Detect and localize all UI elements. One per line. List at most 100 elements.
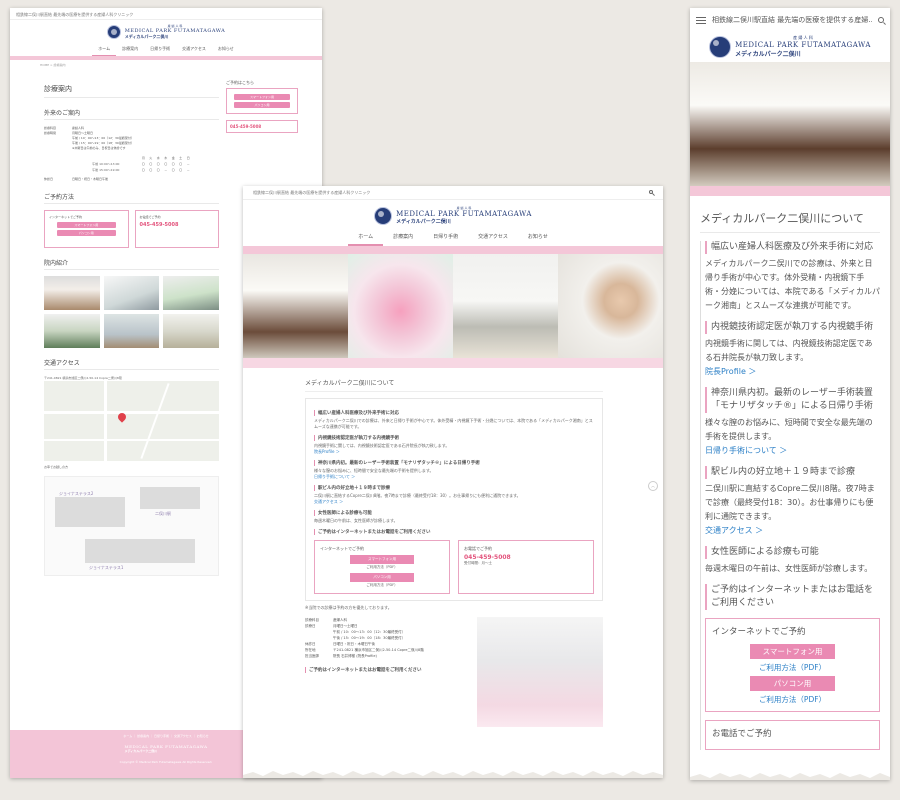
station-floor-map: ジョイナステラス2 ジョイナステラス1 二俣川駅 bbox=[44, 476, 219, 576]
feature-text: 様々な膣のお悩みに、短時間で安全な最先端の手術を提供します。 bbox=[705, 418, 873, 441]
main-column: 診療案内 外来のご案内 診療科目 産婦人科 診療時間 月曜日～土曜日 午前 / 10… bbox=[44, 80, 219, 576]
access-link[interactable]: 交通アクセス ＞ bbox=[705, 524, 880, 538]
sidebar-pc-button[interactable]: パソコン用 bbox=[234, 102, 290, 108]
search-icon[interactable] bbox=[649, 190, 653, 194]
schedule-table: 月火水木金土日 午前 10:00～13:00 〇〇〇〇〇〇－ 午後 15:00～1… bbox=[92, 156, 190, 172]
nav-access[interactable]: 交通アクセス bbox=[468, 229, 518, 246]
nav-home[interactable]: ホーム bbox=[348, 229, 384, 246]
global-nav: ホーム 診療案内 日帰り手術 交通アクセス お知らせ bbox=[10, 43, 322, 56]
reserve-boxes: インターネットでご予約 スマートフォン用 ご利用方法（PDF） パソコン用 ご利… bbox=[314, 540, 594, 594]
nav-news[interactable]: お知らせ bbox=[212, 43, 240, 56]
pc-reserve-button[interactable]: パソコン用 bbox=[57, 230, 116, 236]
sidebar-heading: ご予約はこちら bbox=[226, 80, 254, 85]
net-reserve-label: インターネットでご予約 bbox=[320, 546, 364, 551]
google-map[interactable] bbox=[44, 381, 219, 461]
feature-text: メディカルパーク二俣川での診療は、外来と日帰り手術が中心です。体外受精・内視鏡下… bbox=[314, 418, 593, 429]
outpatient-heading: 外来のご案内 bbox=[44, 108, 219, 120]
smartphone-reserve-button[interactable]: スマートフォン用 bbox=[750, 644, 835, 659]
hero-slider[interactable] bbox=[243, 254, 663, 358]
smartphone-reserve-button[interactable]: スマートフォン用 bbox=[350, 555, 414, 564]
interior-photo[interactable] bbox=[163, 314, 219, 348]
page-title: 診療案内 bbox=[44, 84, 219, 98]
net-reserve-label: インターネットでご予約 bbox=[712, 627, 806, 637]
nav-access[interactable]: 交通アクセス bbox=[176, 43, 212, 56]
sidebar-sp-button[interactable]: スマートフォン用 bbox=[234, 94, 290, 100]
feature-title: 幅広い産婦人科医療及び外来手術に対応 bbox=[314, 410, 594, 416]
pdf-guide-link[interactable]: ご利用方法（PDF） bbox=[712, 662, 873, 673]
pdf-guide-link[interactable]: ご利用方法（PDF） bbox=[320, 565, 444, 570]
hero-slide-interior bbox=[243, 254, 348, 358]
nav-guide[interactable]: 診療案内 bbox=[383, 229, 423, 246]
interior-photo[interactable] bbox=[44, 314, 100, 348]
search-icon[interactable] bbox=[878, 17, 884, 23]
logo-emblem-icon bbox=[106, 25, 121, 39]
phone-number[interactable]: 045-459-5008 bbox=[140, 222, 215, 228]
nav-surgery[interactable]: 日帰り手術 bbox=[144, 43, 176, 56]
smartphone-reserve-button[interactable]: スマートフォン用 bbox=[57, 222, 116, 228]
access-heading: 交通アクセス bbox=[44, 358, 219, 370]
reserve-note: ※当院での診療は予約の方を優先しております。 bbox=[305, 605, 392, 610]
day-surgery-link[interactable]: 日帰り手術について ＞ bbox=[705, 444, 880, 458]
net-reserve-box: インターネットでご予約 スマートフォン用 ご利用方法（PDF） パソコン用 ご利… bbox=[314, 540, 450, 594]
nav-underline bbox=[243, 246, 663, 254]
tel-reserve-box: お電話でご予約 045-459-5008 bbox=[134, 210, 219, 248]
features-panel: 幅広い産婦人科医療及び外来手術に対応 メディカルパーク二俣川での診療は、外来と日… bbox=[305, 398, 603, 601]
site-logo[interactable]: 産 婦 人 科 MEDICAL PARK FUTAMATAGAWA メディカルパ… bbox=[10, 20, 322, 43]
nav-surgery[interactable]: 日帰り手術 bbox=[423, 229, 468, 246]
hero-band bbox=[243, 358, 663, 368]
director-profile-link[interactable]: 院長Profile ＞ bbox=[314, 449, 594, 455]
info-row: 担当医師 院長 石井博樹 (院長Profile) bbox=[305, 654, 377, 658]
feature-title: 駅ビル内の好立地＋１９時まで診療 bbox=[705, 466, 880, 479]
interior-photo[interactable] bbox=[103, 276, 160, 310]
sidebar-tel-box: 045-459-5008 bbox=[226, 120, 298, 133]
access-link[interactable]: 交通アクセス ＞ bbox=[314, 499, 594, 505]
director-profile-link[interactable]: 院長Profile ＞ bbox=[705, 365, 880, 379]
tagline-text: 相鉄線二俣川駅直結 最先端の医療を提供する産婦人科クリニック bbox=[253, 190, 371, 195]
feature-title: 神奈川県内初。最新のレーザー手術装置「モナリザタッチ®」による日帰り手術 bbox=[705, 387, 880, 413]
features-list: 幅広い産婦人科医療及び外来手術に対応 メディカルパーク二俣川での診療は、外来と日… bbox=[700, 241, 880, 750]
pdf-guide-link[interactable]: ご利用方法（PDF） bbox=[712, 694, 873, 705]
logo-jp: メディカルパーク二俣川 bbox=[396, 219, 451, 225]
desktop-screenshot: 相鉄線二俣川駅直結 最先端の医療を提供する産婦人科クリニック 産 婦 人 科 M… bbox=[243, 186, 663, 778]
nav-guide[interactable]: 診療案内 bbox=[116, 43, 144, 56]
feature-title: 内視鏡技術認定医が執刀する内視鏡手術 bbox=[705, 321, 880, 334]
pdf-guide-link[interactable]: ご利用方法（PDF） bbox=[320, 583, 444, 588]
pc-reserve-button[interactable]: パソコン用 bbox=[750, 676, 835, 691]
hero-slide-waiting-room bbox=[453, 254, 558, 358]
site-logo[interactable]: 産 婦 人 科 MEDICAL PARK FUTAMATAGAWA メディカルパ… bbox=[690, 32, 890, 62]
scroll-top-icon[interactable]: ︿ bbox=[648, 481, 658, 491]
interior-photo[interactable] bbox=[163, 276, 219, 310]
logo-en: MEDICAL PARK FUTAMATAGAWA bbox=[396, 210, 532, 218]
site-tagline: 相鉄線二俣川駅直結 最先端の医療を提供する産婦人科クリニック bbox=[243, 186, 663, 200]
logo-en: MEDICAL PARK FUTAMATAGAWA bbox=[735, 41, 871, 49]
site-logo[interactable]: 産 婦 人 科 MEDICAL PARK FUTAMATAGAWA メディカルパ… bbox=[243, 200, 663, 229]
feature-text: 二俣川駅に直結するCopre二俣川8階。夜7時まで診療（最終受付18：30）。お… bbox=[705, 484, 875, 521]
sidebar-net-box: スマートフォン用 パソコン用 bbox=[226, 88, 298, 114]
reserve-boxes: インターネットでご予約 スマートフォン用 パソコン用 お電話でご予約 045-4… bbox=[44, 210, 219, 248]
net-reserve-label: インターネットでご予約 bbox=[49, 215, 83, 219]
tel-reserve-label: お電話でご予約 bbox=[464, 546, 492, 551]
sidebar-phone-number[interactable]: 045-459-5008 bbox=[230, 124, 294, 129]
phone-number[interactable]: 045-459-5008 bbox=[464, 554, 588, 561]
bottom-reserve-heading: ご予約はインターネットまたはお電話をご利用ください bbox=[305, 667, 469, 673]
net-reserve-box: インターネットでご予約 スマートフォン用 パソコン用 bbox=[44, 210, 129, 248]
interior-photo[interactable] bbox=[103, 314, 160, 348]
hero-slide-pregnant-woman bbox=[558, 254, 663, 358]
tel-reserve-label: お電話でご予約 bbox=[712, 729, 772, 739]
net-reserve-box: インターネットでご予約 スマートフォン用 ご利用方法（PDF） パソコン用 ご利… bbox=[705, 618, 880, 712]
nav-home[interactable]: ホーム bbox=[92, 43, 117, 56]
interior-photo[interactable] bbox=[44, 276, 100, 310]
site-tagline: 相鉄線二俣川駅直結 最先端の医療を提供する産婦人科クリニック bbox=[10, 8, 322, 20]
hero-slide-tulips bbox=[348, 254, 453, 358]
info-row: ※木曜日は午前のみ、日祝日は休診です bbox=[72, 146, 126, 150]
route-heading: お車でお越しの方 bbox=[44, 465, 69, 469]
feature-title: 神奈川県内初。最新のレーザー手術装置「モナリザタッチ®」による日帰り手術 bbox=[314, 460, 594, 466]
pc-reserve-button[interactable]: パソコン用 bbox=[350, 573, 414, 582]
breadcrumb[interactable]: HOME > 診療案内 bbox=[10, 60, 322, 70]
feature-title: 内視鏡技術認定医が執刀する内視鏡手術 bbox=[314, 435, 594, 441]
nav-news[interactable]: お知らせ bbox=[518, 229, 558, 246]
tel-hours: 受付時間：月～土 bbox=[464, 561, 492, 565]
menu-icon[interactable] bbox=[696, 16, 706, 24]
logo-emblem-icon bbox=[709, 35, 732, 58]
day-surgery-link[interactable]: 日帰り手術について ＞ bbox=[314, 474, 594, 480]
